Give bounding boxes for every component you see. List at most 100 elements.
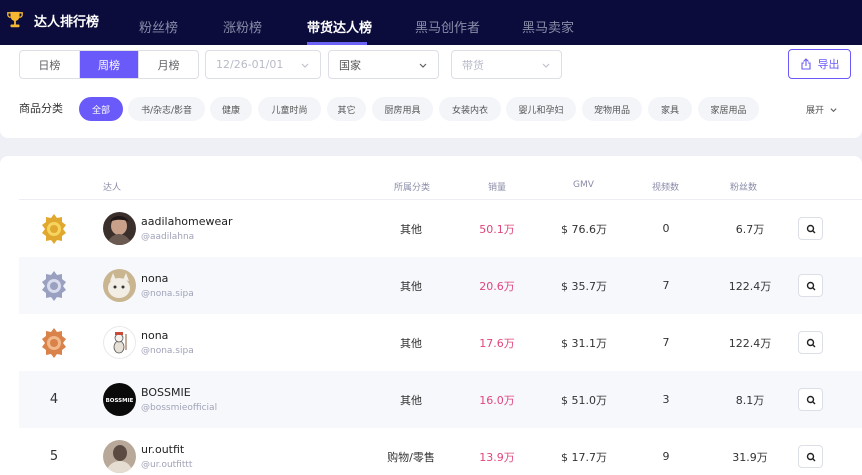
- export-label: 导出: [817, 58, 840, 71]
- date-range-value: 12/26-01/01: [216, 58, 284, 71]
- influencer-name: aadilahomewear: [141, 215, 233, 228]
- table-row[interactable]: 4 BOSSMIE BOSSMIE @bossmieofficial 其他 16…: [19, 371, 862, 428]
- period-monthly-button[interactable]: 月榜: [139, 51, 198, 78]
- tab-sales-influencers[interactable]: 带货达人榜: [307, 17, 372, 36]
- gold-medal-icon: [42, 213, 66, 244]
- influencer-cell[interactable]: ur.outfit @ur.outfittt: [103, 428, 363, 475]
- influencer-handle: @ur.outfittt: [141, 460, 193, 470]
- period-daily-button[interactable]: 日榜: [20, 51, 80, 78]
- influencer-name: nona: [141, 272, 169, 285]
- rank-cell: [39, 257, 69, 314]
- influencer-handle: @nona.sipa: [141, 289, 194, 299]
- period-selector: 日榜 周榜 月榜: [19, 50, 199, 79]
- category-cell: 其他: [400, 336, 422, 350]
- search-icon: [806, 395, 815, 404]
- gmv-cell: $ 35.7万: [561, 279, 607, 293]
- export-icon: [800, 58, 811, 70]
- followers-cell: 122.4万: [728, 336, 772, 350]
- influencer-handle: @aadilahna: [141, 232, 195, 242]
- tab-followers[interactable]: 粉丝榜: [139, 17, 178, 36]
- influencer-name: BOSSMIE: [141, 386, 191, 399]
- category-chip-other[interactable]: 其它: [327, 97, 366, 121]
- row-detail-button[interactable]: [798, 217, 823, 240]
- ranking-table: 达人 所属分类 销量 GMV 视频数 粉丝数 aadilahomewear @a…: [0, 156, 862, 475]
- avatar: [103, 269, 136, 302]
- videos-cell: 7: [662, 336, 670, 349]
- column-header-followers: 粉丝数: [730, 183, 758, 193]
- action-cell: [797, 257, 824, 314]
- gmv-cell: $ 17.7万: [561, 450, 607, 464]
- action-cell: [797, 200, 824, 257]
- avatar: [103, 440, 136, 473]
- category-chip-baby-maternity[interactable]: 婴儿和孕妇: [506, 97, 576, 121]
- country-select-value: 国家: [339, 58, 361, 72]
- brand: 达人排行榜: [6, 9, 99, 31]
- type-select-value: 带货: [462, 58, 484, 72]
- action-cell: [797, 371, 824, 428]
- expand-categories-button[interactable]: 展开: [806, 103, 838, 116]
- silver-medal-icon: [42, 270, 66, 301]
- avatar-logo-text: BOSSMIE: [106, 398, 134, 404]
- sales-cell: 50.1万: [479, 222, 515, 236]
- influencer-cell[interactable]: nona @nona.sipa: [103, 314, 363, 371]
- tab-follower-growth[interactable]: 涨粉榜: [223, 17, 262, 36]
- trophy-icon: [7, 11, 23, 28]
- rank-cell: [39, 200, 69, 257]
- sales-cell: 20.6万: [479, 279, 515, 293]
- table-row[interactable]: nona @nona.sipa 其他 20.6万 $ 35.7万 7 122.4…: [19, 257, 862, 314]
- category-cell: 其他: [400, 393, 422, 407]
- avatar: [103, 326, 136, 359]
- influencer-name: nona: [141, 329, 169, 342]
- videos-cell: 0: [662, 222, 670, 235]
- tab-dark-horse-creators[interactable]: 黑马创作者: [415, 17, 480, 36]
- rank-number: 4: [49, 392, 59, 407]
- type-select[interactable]: 带货: [451, 50, 562, 79]
- followers-cell: 31.9万: [732, 450, 768, 464]
- table-row[interactable]: nona @nona.sipa 其他 17.6万 $ 31.1万 7 122.4…: [19, 314, 862, 371]
- row-detail-button[interactable]: [798, 274, 823, 297]
- category-cell: 其他: [400, 222, 422, 236]
- expand-label: 展开: [806, 106, 825, 116]
- category-chip-furniture[interactable]: 家具: [648, 97, 692, 121]
- followers-cell: 6.7万: [735, 222, 765, 236]
- category-chip-kids-fashion[interactable]: 儿童时尚: [258, 97, 321, 121]
- category-chip-all[interactable]: 全部: [79, 97, 123, 121]
- column-header-videos: 视频数: [652, 183, 680, 193]
- influencer-cell[interactable]: BOSSMIE BOSSMIE @bossmieofficial: [103, 371, 363, 428]
- column-header-category: 所属分类: [394, 183, 431, 193]
- tab-dark-horse-sellers[interactable]: 黑马卖家: [522, 17, 574, 36]
- category-chip-pet-supplies[interactable]: 宠物用品: [582, 97, 642, 121]
- category-cell: 其他: [400, 279, 422, 293]
- country-select[interactable]: 国家: [328, 50, 439, 79]
- category-chip-health[interactable]: 健康: [210, 97, 252, 121]
- sales-cell: 13.9万: [479, 450, 515, 464]
- table-row[interactable]: 5 ur.outfit @ur.outfittt 购物/零售 13.9万 $ 1…: [19, 428, 862, 475]
- row-detail-button[interactable]: [798, 388, 823, 411]
- date-range-select[interactable]: 12/26-01/01: [205, 50, 321, 79]
- category-chip-womenswear[interactable]: 女装内衣: [439, 97, 501, 121]
- search-icon: [806, 452, 815, 461]
- column-header-sales: 销量: [488, 183, 507, 193]
- influencer-cell[interactable]: aadilahomewear @aadilahna: [103, 200, 363, 257]
- gmv-cell: $ 76.6万: [561, 222, 607, 236]
- category-chip-kitchen[interactable]: 厨房用具: [372, 97, 433, 121]
- row-detail-button[interactable]: [798, 445, 823, 468]
- rank-cell: 5: [39, 428, 69, 475]
- bronze-medal-icon: [42, 327, 66, 358]
- category-chip-books[interactable]: 书/杂志/影音: [128, 97, 205, 121]
- search-icon: [806, 281, 815, 290]
- export-button[interactable]: 导出: [788, 49, 851, 79]
- category-chip-home-goods[interactable]: 家居用品: [698, 97, 759, 121]
- row-detail-button[interactable]: [798, 331, 823, 354]
- influencer-cell[interactable]: nona @nona.sipa: [103, 257, 363, 314]
- search-icon: [806, 338, 815, 347]
- followers-cell: 122.4万: [728, 279, 772, 293]
- period-weekly-button[interactable]: 周榜: [79, 51, 140, 78]
- influencer-handle: @nona.sipa: [141, 346, 194, 356]
- videos-cell: 3: [662, 393, 670, 406]
- chevron-down-icon: [542, 63, 550, 68]
- filter-panel: 日榜 周榜 月榜 12/26-01/01 国家 带货 导出 商品分类 全部 书/…: [0, 45, 862, 138]
- rank-cell: [39, 314, 69, 371]
- category-filter-label: 商品分类: [19, 102, 63, 115]
- table-row[interactable]: aadilahomewear @aadilahna 其他 50.1万 $ 76.…: [19, 200, 862, 257]
